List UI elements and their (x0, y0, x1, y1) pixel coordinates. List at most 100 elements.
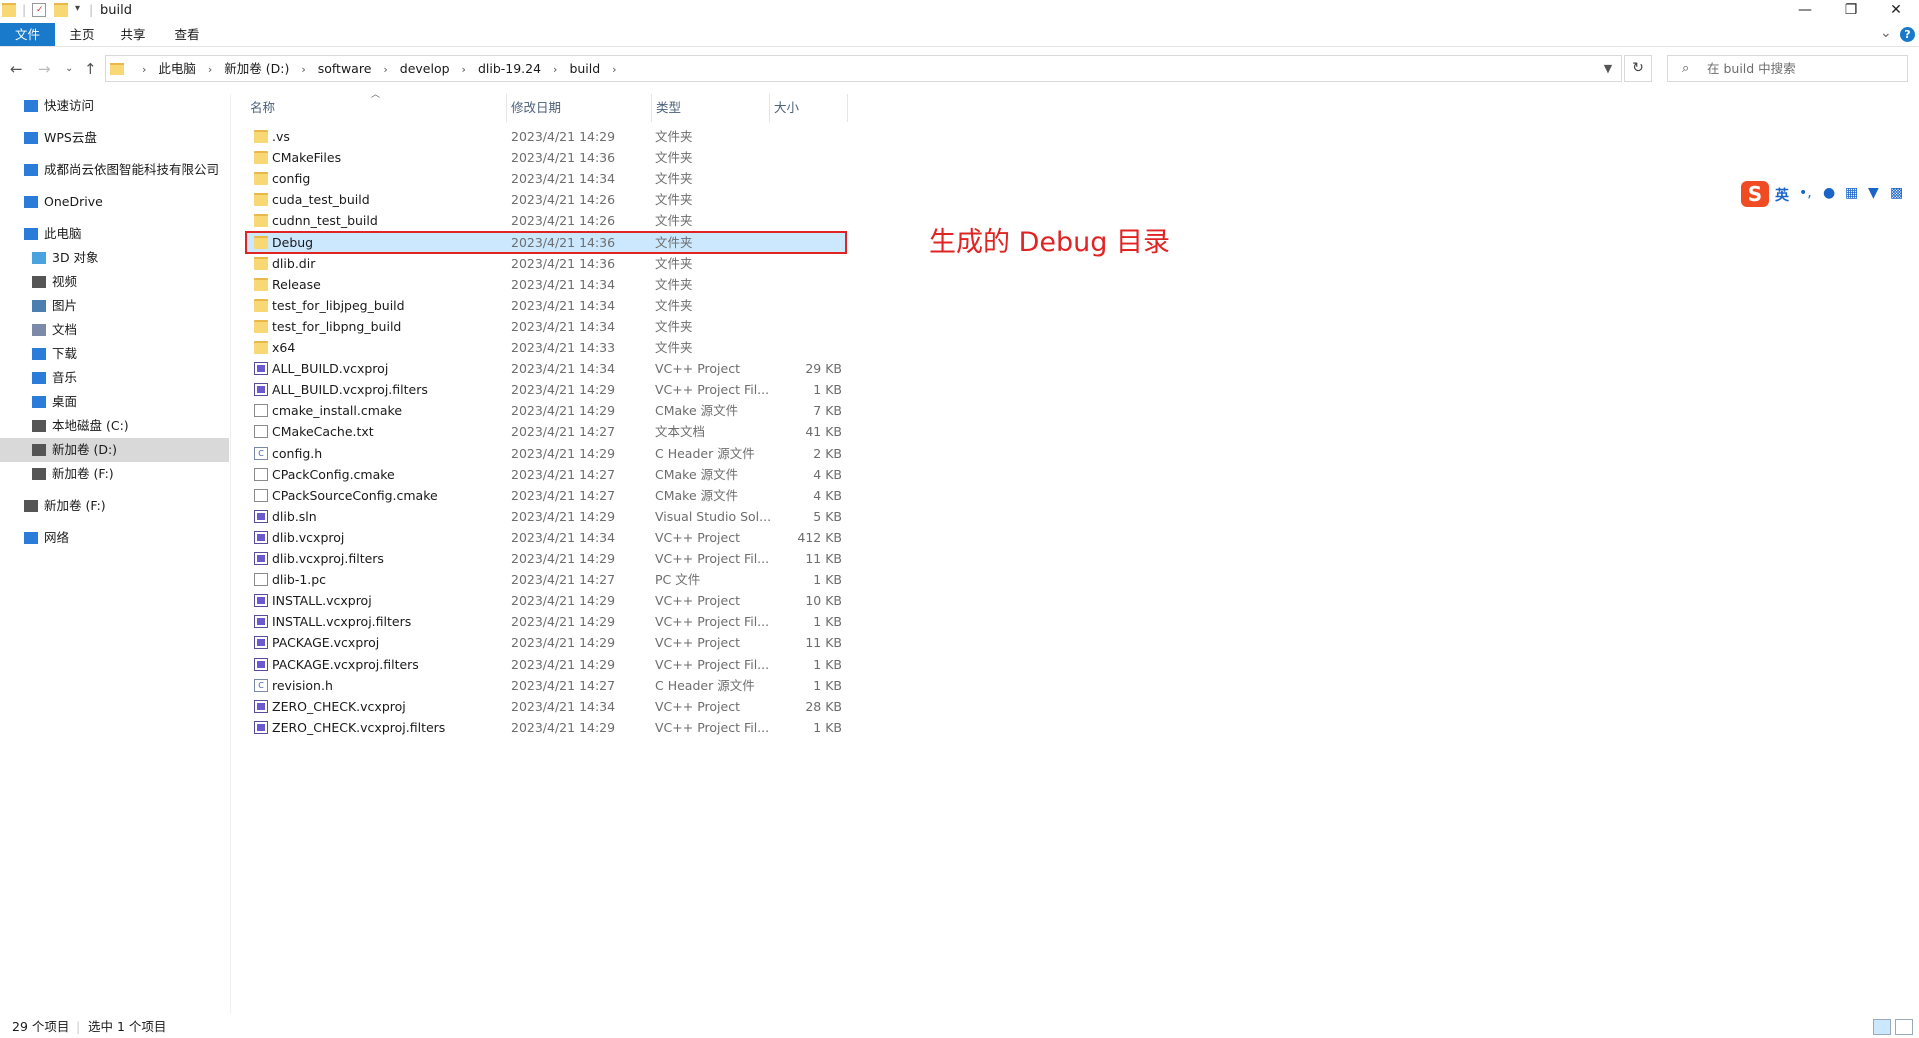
folder-icon (254, 193, 268, 207)
search-input[interactable]: ⌕ 在 build 中搜索 (1667, 55, 1908, 82)
nav-item[interactable]: 网络 (0, 526, 229, 550)
nav-item[interactable]: 音乐 (0, 366, 229, 390)
nav-item[interactable]: 新加卷 (F:) (0, 462, 229, 486)
file-row[interactable]: config 2023/4/21 14:34 文件夹 (246, 168, 846, 189)
nav-item[interactable]: 文档 (0, 318, 229, 342)
file-row[interactable]: Release 2023/4/21 14:34 文件夹 (246, 274, 846, 295)
nav-item[interactable]: 快速访问 (0, 94, 229, 118)
file-type: VC++ Project (655, 593, 740, 609)
file-row[interactable]: CPackConfig.cmake 2023/4/21 14:27 CMake 源文… (246, 464, 846, 485)
nav-item[interactable]: 新加卷 (D:) (0, 438, 229, 462)
keyboard-icon[interactable]: ▦ (1845, 185, 1858, 201)
new-folder-icon[interactable] (54, 3, 68, 17)
nav-item[interactable]: WPS云盘 (0, 126, 229, 150)
file-row[interactable]: Cconfig.h 2023/4/21 14:29 C Header 源文件 2 KB (246, 443, 846, 464)
file-row[interactable]: test_for_libpng_build 2023/4/21 14:34 文件夹 (246, 316, 846, 337)
file-row[interactable]: dlib.vcxproj 2023/4/21 14:34 VC++ Project 4… (246, 527, 846, 548)
nav-item[interactable]: 下载 (0, 342, 229, 366)
details-view-button[interactable] (1873, 1019, 1891, 1035)
skin-icon[interactable]: ▼ (1868, 185, 1879, 201)
file-row[interactable]: x64 2023/4/21 14:33 文件夹 (246, 337, 846, 358)
column-name[interactable]: 名称 (246, 94, 507, 122)
file-row[interactable]: CPackSourceConfig.cmake 2023/4/21 14:27 CM… (246, 485, 846, 506)
breadcrumb-separator[interactable]: › (462, 63, 466, 76)
address-dropdown-icon[interactable]: ▼ (1596, 56, 1620, 81)
file-name: CMakeFiles (272, 150, 342, 166)
tab-home[interactable]: 主页 (62, 23, 102, 46)
file-date: 2023/4/21 14:27 (511, 572, 616, 588)
file-row[interactable]: .vs 2023/4/21 14:29 文件夹 (246, 126, 846, 147)
minimize-button[interactable]: — (1782, 0, 1828, 23)
ime-punctuation-toggle[interactable]: •, (1799, 185, 1812, 201)
column-size[interactable]: 大小 (770, 94, 848, 122)
tab-file[interactable]: 文件 (0, 23, 55, 46)
microphone-icon[interactable]: ● (1823, 185, 1835, 201)
breadcrumb-item[interactable]: dlib-19.24 (478, 61, 541, 76)
breadcrumb-separator[interactable]: › (383, 63, 387, 76)
breadcrumb-separator[interactable]: › (142, 63, 146, 76)
refresh-button[interactable]: ↻ (1624, 55, 1652, 82)
file-row[interactable]: cmake_install.cmake 2023/4/21 14:29 CMake … (246, 400, 846, 421)
file-row[interactable]: dlib-1.pc 2023/4/21 14:27 PC 文件 1 KB (246, 569, 846, 590)
ime-language-toggle[interactable]: 英 (1775, 185, 1789, 205)
breadcrumb-separator[interactable]: › (612, 63, 616, 76)
file-row[interactable]: ZERO_CHECK.vcxproj 2023/4/21 14:34 VC++ Pr… (246, 696, 846, 717)
file-row[interactable]: cudnn_test_build 2023/4/21 14:26 文件夹 (246, 210, 846, 231)
nav-item[interactable]: 视频 (0, 270, 229, 294)
toolbox-icon[interactable]: ▩ (1890, 185, 1903, 201)
help-icon[interactable]: ? (1900, 27, 1915, 42)
breadcrumb-item[interactable]: 此电脑 (158, 61, 196, 76)
breadcrumb-item[interactable]: 新加卷 (D:) (224, 61, 289, 76)
file-row[interactable]: ALL_BUILD.vcxproj 2023/4/21 14:34 VC++ Pro… (246, 358, 846, 379)
file-row[interactable]: cuda_test_build 2023/4/21 14:26 文件夹 (246, 189, 846, 210)
nav-item[interactable]: 新加卷 (F:) (0, 494, 229, 518)
up-icon[interactable]: ↑ (84, 60, 97, 78)
tab-share[interactable]: 共享 (113, 23, 153, 46)
file-row[interactable]: test_for_libjpeg_build 2023/4/21 14:34 文件夹 (246, 295, 846, 316)
breadcrumb-separator[interactable]: › (208, 63, 212, 76)
file-icon (254, 467, 268, 481)
nav-item[interactable]: 成都尚云依图智能科技有限公司 (0, 158, 229, 182)
tab-view[interactable]: 查看 (167, 23, 207, 46)
address-bar[interactable]: › 此电脑 › 新加卷 (D:) › software › develop › … (105, 55, 1622, 82)
file-row[interactable]: PACKAGE.vcxproj 2023/4/21 14:29 VC++ Proje… (246, 632, 846, 653)
file-row[interactable]: CMakeCache.txt 2023/4/21 14:27 文本文档 41 KB (246, 421, 846, 442)
large-icons-view-button[interactable] (1895, 1019, 1913, 1035)
breadcrumb-item[interactable]: software (318, 61, 372, 76)
nav-item[interactable]: 图片 (0, 294, 229, 318)
ribbon-expand-icon[interactable]: ⌄ (1880, 25, 1892, 41)
file-row[interactable]: Debug 2023/4/21 14:36 文件夹 (245, 230, 847, 254)
restore-button[interactable]: ❐ (1828, 0, 1874, 23)
file-row[interactable]: dlib.vcxproj.filters 2023/4/21 14:29 VC++ … (246, 548, 846, 569)
breadcrumb-item[interactable]: develop (400, 61, 450, 76)
file-row[interactable]: PACKAGE.vcxproj.filters 2023/4/21 14:29 VC… (246, 654, 846, 675)
file-type: VC++ Project Fil... (655, 551, 770, 566)
breadcrumb-separator[interactable]: › (553, 63, 557, 76)
file-row[interactable]: Crevision.h 2023/4/21 14:27 C Header 源文件 1 … (246, 675, 846, 696)
file-row[interactable]: dlib.dir 2023/4/21 14:36 文件夹 (246, 253, 846, 274)
file-row[interactable]: dlib.sln 2023/4/21 14:29 Visual Studio Sol… (246, 506, 846, 527)
breadcrumb-item[interactable]: build (569, 61, 600, 76)
file-row[interactable]: ZERO_CHECK.vcxproj.filters 2023/4/21 14:2… (246, 717, 846, 738)
properties-icon[interactable]: ✓ (32, 3, 46, 17)
nav-item[interactable]: OneDrive (0, 190, 229, 214)
file-row[interactable]: INSTALL.vcxproj.filters 2023/4/21 14:29 VC… (246, 611, 846, 632)
column-type[interactable]: 类型 (652, 94, 770, 122)
recent-locations-icon[interactable]: ⌄ (65, 63, 73, 74)
back-icon[interactable]: ← (10, 60, 23, 78)
close-button[interactable]: ✕ (1873, 0, 1919, 23)
nav-item[interactable]: 3D 对象 (0, 246, 229, 270)
file-type: VC++ Project Fil... (655, 719, 770, 735)
forward-icon[interactable]: → (38, 60, 51, 78)
nav-item[interactable]: 本地磁盘 (C:) (0, 414, 229, 438)
quick-access-dropdown-icon[interactable]: ▾ (75, 3, 80, 14)
ime-logo[interactable]: S (1741, 181, 1769, 207)
nav-item[interactable]: 此电脑 (0, 222, 229, 246)
file-row[interactable]: CMakeFiles 2023/4/21 14:36 文件夹 (246, 147, 846, 168)
file-row[interactable]: INSTALL.vcxproj 2023/4/21 14:29 VC++ Proje… (246, 590, 846, 611)
file-row[interactable]: ALL_BUILD.vcxproj.filters 2023/4/21 14:29… (246, 379, 846, 400)
column-date[interactable]: 修改日期 (507, 94, 652, 122)
file-type: 文件夹 (655, 255, 693, 271)
nav-item[interactable]: 桌面 (0, 390, 229, 414)
breadcrumb-separator[interactable]: › (301, 63, 305, 76)
